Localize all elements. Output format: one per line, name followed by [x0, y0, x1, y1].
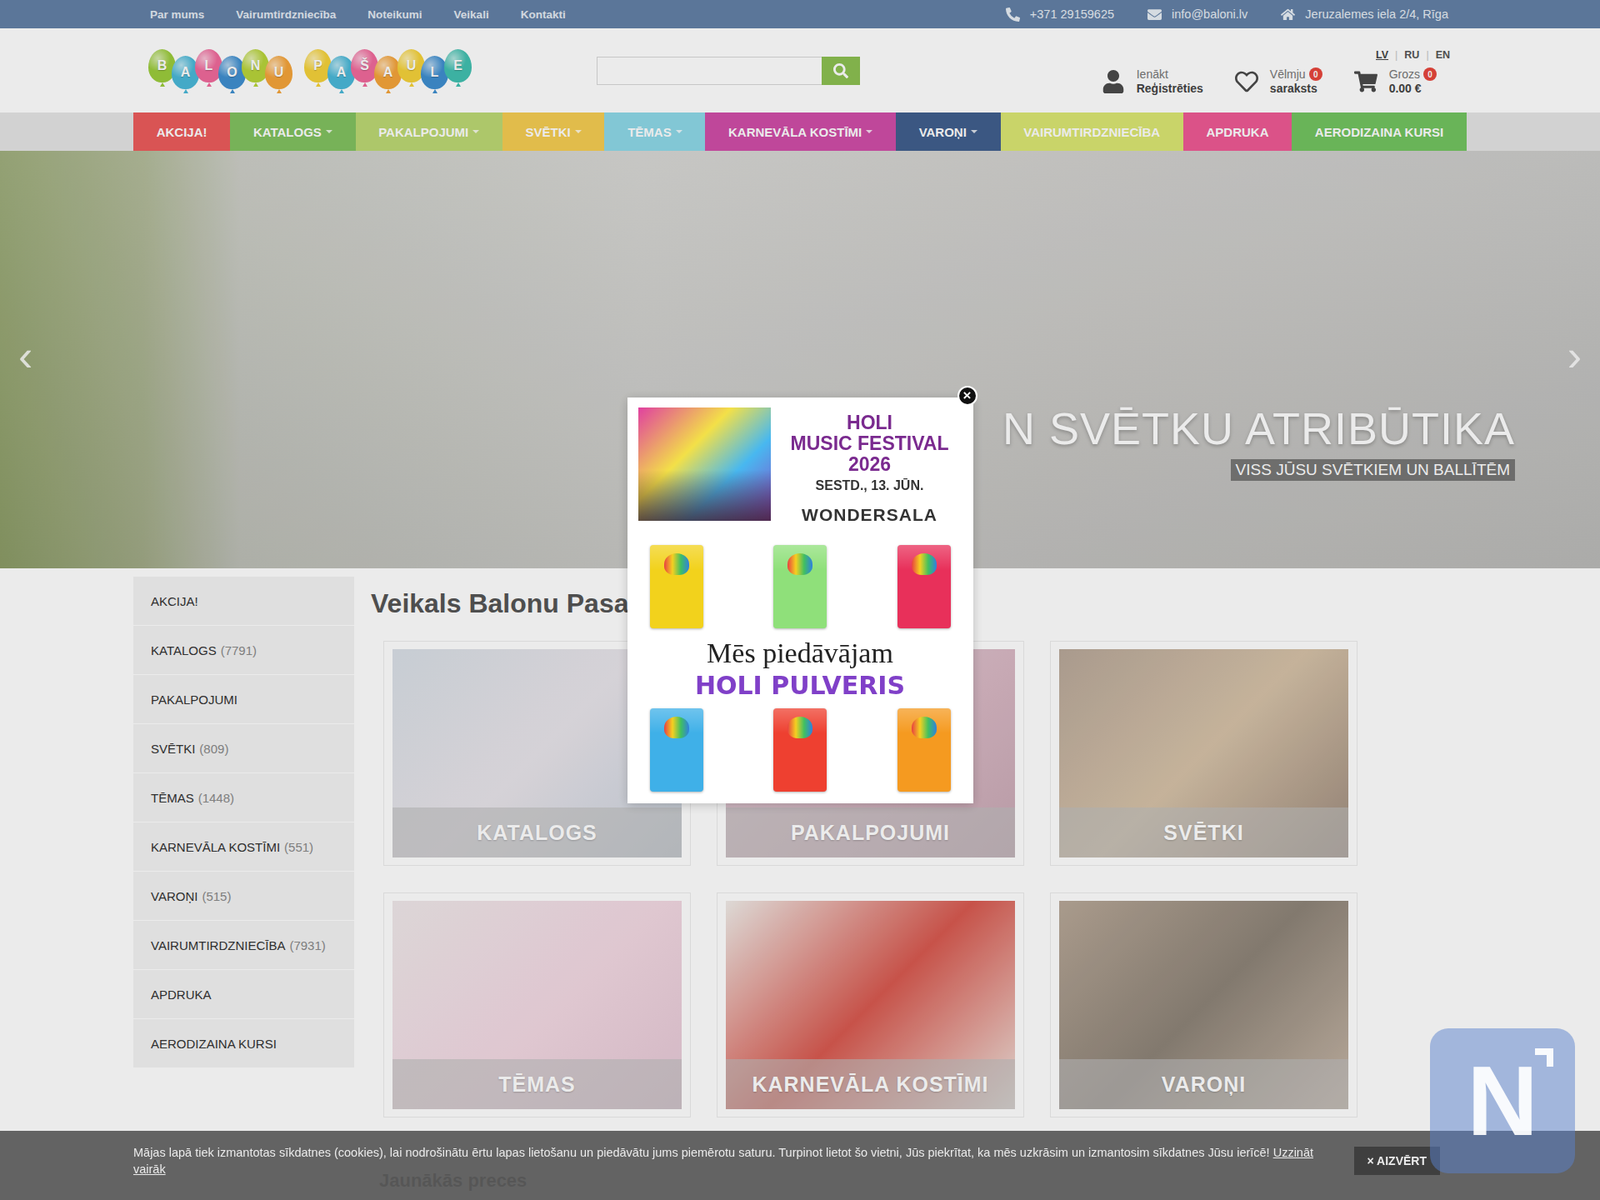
heart-logo-icon	[911, 553, 937, 575]
popup-offer: Mēs piedāvājam	[706, 636, 894, 670]
heart-logo-icon	[664, 716, 690, 739]
festival-title: MUSIC FESTIVAL	[790, 433, 950, 455]
festival-place: WONDERSALA	[801, 505, 938, 525]
popup-modal: ×HOLIMUSIC FESTIVAL2026SESTD., 13. JŪN.W…	[627, 397, 974, 804]
festival-title: HOLI	[846, 412, 893, 434]
page: Par mumsVairumtirdzniecībaNoteikumiVeika…	[0, 0, 1600, 1200]
festival-photo	[638, 407, 771, 521]
heart-logo-icon	[787, 553, 813, 575]
popup-product: HOLI PULVERIS	[695, 670, 905, 702]
heart-logo-icon	[664, 553, 690, 575]
heart-logo-icon	[911, 716, 937, 739]
festival-title: 2026	[848, 454, 891, 475]
modal-backdrop[interactable]: × HOLIMUSIC FESTIVAL2026 SESTD., 13. JŪN. W…	[0, 0, 1600, 1200]
powder-packet	[773, 545, 827, 629]
widget-corner-icon	[1531, 1045, 1557, 1070]
powder-packet	[897, 708, 951, 792]
chat-widget[interactable]: N	[1430, 1028, 1575, 1174]
heart-logo-icon	[787, 716, 813, 739]
festival-date: SESTD., 13. JŪN.	[815, 478, 925, 494]
powder-packet	[773, 708, 827, 792]
powder-packet	[897, 545, 951, 629]
powder-packet	[650, 708, 704, 792]
widget-label: N	[1466, 1051, 1538, 1150]
powder-packet	[650, 545, 704, 629]
popup-close-button[interactable]: ×	[957, 385, 978, 406]
